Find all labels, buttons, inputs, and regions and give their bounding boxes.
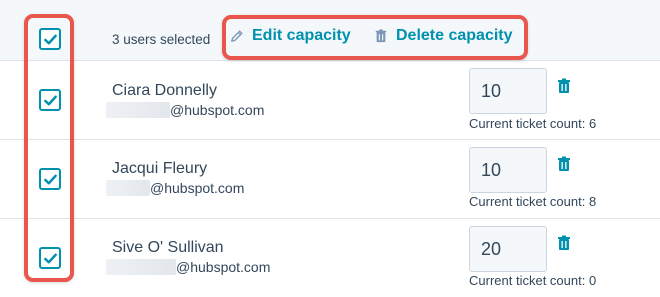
capacity-input[interactable]: 10 (469, 68, 547, 114)
checkmark-icon (43, 253, 57, 263)
user-email: @hubspot.com (106, 102, 264, 118)
edit-capacity-button[interactable]: Edit capacity (230, 27, 351, 45)
checkmark-icon (43, 174, 57, 184)
trash-icon[interactable] (557, 78, 571, 94)
email-domain: @hubspot.com (176, 259, 271, 275)
user-name: Sive O' Sullivan (112, 239, 224, 256)
email-redaction (106, 259, 176, 275)
select-all-checkbox[interactable] (39, 28, 61, 50)
ticket-count-text: Current ticket count: 8 (469, 194, 597, 209)
trash-icon (375, 29, 387, 43)
user-name: Jacqui Fleury (112, 160, 208, 177)
ticket-count-text: Current ticket count: 0 (469, 273, 597, 288)
checkmark-icon (43, 34, 57, 44)
row-checkbox[interactable] (39, 247, 61, 269)
capacity-input[interactable]: 20 (469, 226, 547, 272)
delete-capacity-label: Delete capacity (396, 27, 513, 44)
user-capacity-table: 3 users selected Edit capacity Delete ca… (0, 0, 660, 297)
table-header-row: 3 users selected Edit capacity Delete ca… (0, 0, 660, 61)
capacity-input[interactable]: 10 (469, 147, 547, 193)
edit-capacity-label: Edit capacity (252, 27, 351, 44)
table-row: Ciara Donnelly @hubspot.com 10 Current t… (0, 61, 660, 140)
table-row: Sive O' Sullivan @hubspot.com 20 Current… (0, 219, 660, 297)
ticket-count-text: Current ticket count: 6 (469, 116, 597, 131)
checkmark-icon (43, 95, 57, 105)
table-row: Jacqui Fleury @hubspot.com 10 Current ti… (0, 140, 660, 219)
row-checkbox[interactable] (39, 89, 61, 111)
user-name: Ciara Donnelly (112, 82, 217, 99)
user-email: @hubspot.com (106, 259, 270, 275)
trash-icon[interactable] (557, 156, 571, 172)
selected-count-text: 3 users selected (112, 32, 211, 47)
email-redaction (106, 102, 170, 118)
pencil-icon (231, 30, 243, 42)
trash-icon[interactable] (557, 235, 571, 251)
email-domain: @hubspot.com (170, 102, 265, 118)
row-checkbox[interactable] (39, 168, 61, 190)
email-domain: @hubspot.com (150, 180, 245, 196)
user-email: @hubspot.com (106, 180, 244, 196)
email-redaction (106, 180, 150, 196)
delete-capacity-button[interactable]: Delete capacity (374, 27, 513, 45)
